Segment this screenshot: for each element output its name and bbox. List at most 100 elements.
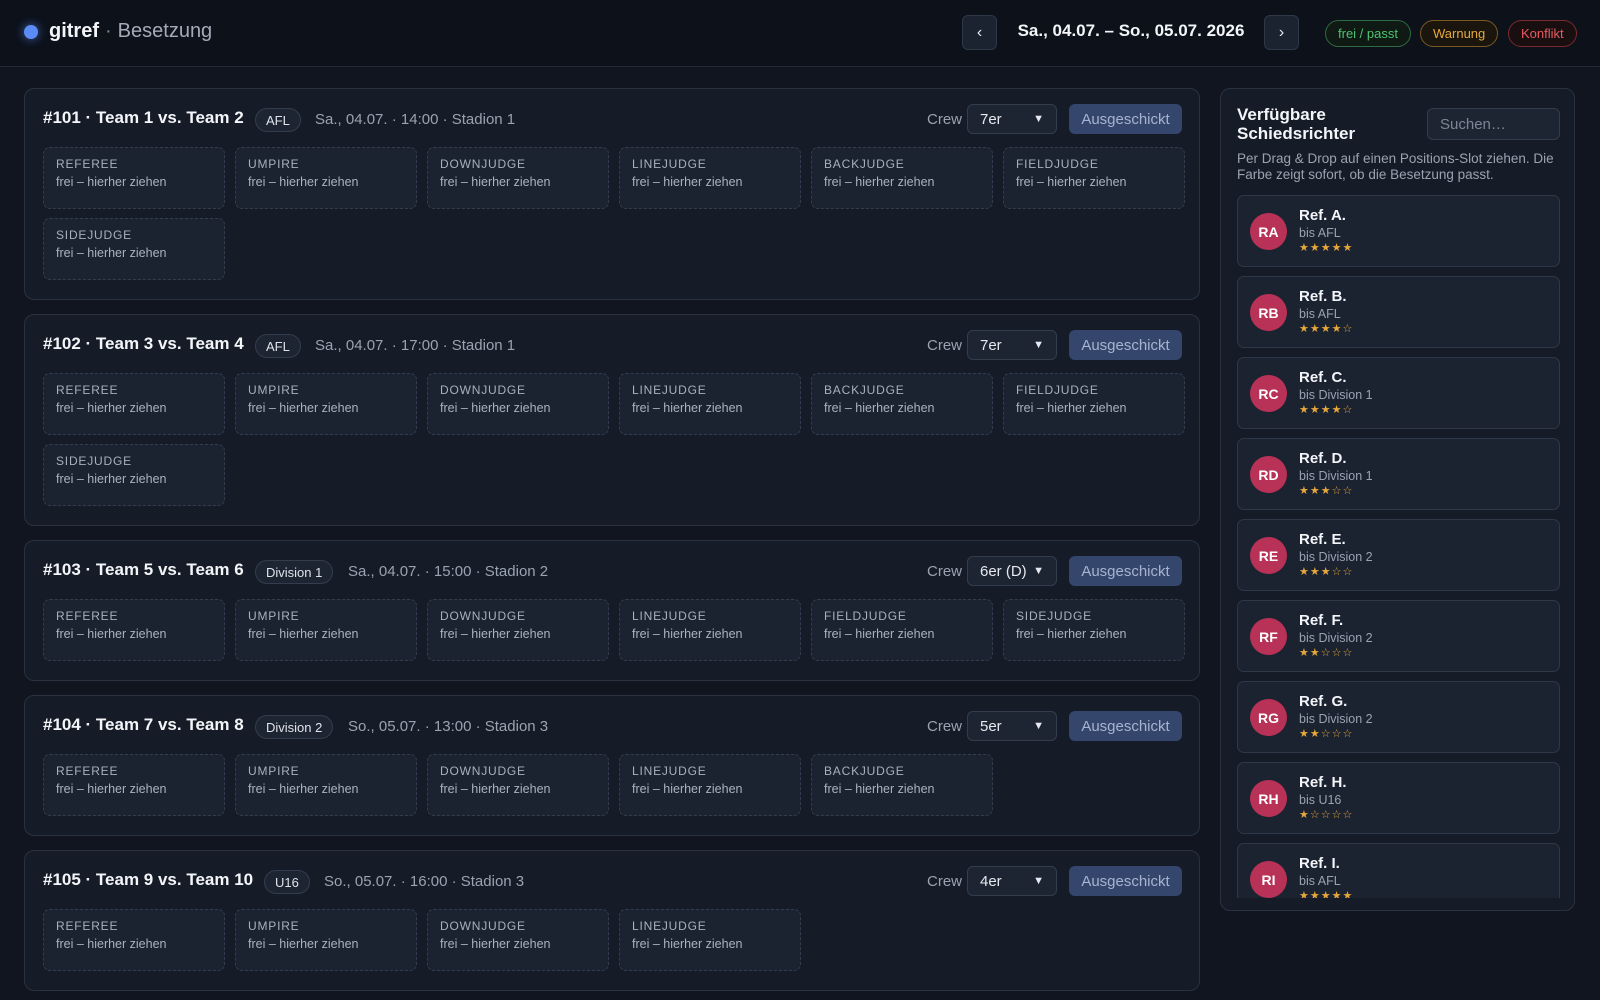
position-slot[interactable]: FIELDJUDGE frei – hierher ziehen [1003, 147, 1185, 209]
referee-card[interactable]: RH Ref. H. bis U16 ★☆☆☆☆ [1237, 762, 1560, 834]
crew-size-select[interactable]: 4er ▼ [967, 866, 1057, 896]
position-slot[interactable]: REFEREE frei – hierher ziehen [43, 599, 225, 661]
position-slot[interactable]: UMPIRE frei – hierher ziehen [235, 599, 417, 661]
sent-button[interactable]: Ausgeschickt [1069, 711, 1182, 741]
slot-role-label: DOWNJUDGE [440, 919, 526, 933]
slot-role-label: BACKJUDGE [824, 383, 905, 397]
referee-level: bis Division 1 [1299, 388, 1373, 402]
game-meta: Sa., 04.07. · 15:00 · Stadion 2 [348, 563, 549, 580]
sent-button[interactable]: Ausgeschickt [1069, 556, 1182, 586]
game-meta: Sa., 04.07. · 14:00 · Stadion 1 [315, 111, 516, 128]
position-slot[interactable]: LINEJUDGE frei – hierher ziehen [619, 909, 801, 971]
sent-button[interactable]: Ausgeschickt [1069, 330, 1182, 360]
position-slot[interactable]: UMPIRE frei – hierher ziehen [235, 373, 417, 435]
position-slot[interactable]: BACKJUDGE frei – hierher ziehen [811, 754, 993, 816]
referee-card[interactable]: RF Ref. F. bis Division 2 ★★☆☆☆ [1237, 600, 1560, 672]
slot-role-label: REFEREE [56, 609, 119, 623]
referee-name: Ref. C. [1299, 369, 1347, 386]
slot-hint: frei – hierher ziehen [1016, 175, 1127, 189]
game-meta: So., 05.07. · 16:00 · Stadion 3 [324, 873, 525, 890]
slot-role-label: BACKJUDGE [824, 157, 905, 171]
position-slot[interactable]: REFEREE frei – hierher ziehen [43, 754, 225, 816]
chevron-down-icon: ▼ [1033, 339, 1044, 351]
slot-hint: frei – hierher ziehen [1016, 401, 1127, 415]
position-slot[interactable]: REFEREE frei – hierher ziehen [43, 373, 225, 435]
referee-level: bis AFL [1299, 307, 1341, 321]
referee-name: Ref. D. [1299, 450, 1347, 467]
legend-conflict-badge: Konflikt [1508, 20, 1577, 47]
slot-role-label: REFEREE [56, 919, 119, 933]
slot-role-label: LINEJUDGE [632, 609, 707, 623]
referee-card[interactable]: RC Ref. C. bis Division 1 ★★★★☆ [1237, 357, 1560, 429]
app-header: gitref · Besetzung ‹ Sa., 04.07. – So., … [0, 0, 1600, 67]
avatar: RC [1250, 375, 1287, 412]
position-slot[interactable]: UMPIRE frei – hierher ziehen [235, 147, 417, 209]
position-slot[interactable]: SIDEJUDGE frei – hierher ziehen [43, 444, 225, 506]
slot-role-label: REFEREE [56, 764, 119, 778]
position-slot[interactable]: DOWNJUDGE frei – hierher ziehen [427, 147, 609, 209]
next-weekend-button[interactable]: › [1264, 15, 1299, 50]
date-range: Sa., 04.07. – So., 05.07. 2026 [1017, 21, 1245, 40]
game-title: #103 · Team 5 vs. Team 6 [43, 560, 244, 579]
sent-button[interactable]: Ausgeschickt [1069, 866, 1182, 896]
sent-button[interactable]: Ausgeschickt [1069, 104, 1182, 134]
referee-search-input[interactable] [1427, 108, 1560, 140]
slot-hint: frei – hierher ziehen [248, 627, 359, 641]
crew-size-select[interactable]: 7er ▼ [967, 104, 1057, 134]
referee-card[interactable]: RB Ref. B. bis AFL ★★★★☆ [1237, 276, 1560, 348]
slot-hint: frei – hierher ziehen [440, 782, 551, 796]
referee-list[interactable]: RA Ref. A. bis AFL ★★★★★ RB Ref. B. bis AFL ★★★… [1237, 195, 1560, 898]
position-slot[interactable]: BACKJUDGE frei – hierher ziehen [811, 373, 993, 435]
slot-hint: frei – hierher ziehen [1016, 627, 1127, 641]
slot-role-label: SIDEJUDGE [1016, 609, 1092, 623]
position-slot[interactable]: LINEJUDGE frei – hierher ziehen [619, 147, 801, 209]
star-rating-icon: ★☆☆☆☆ [1299, 809, 1354, 821]
crew-size-select[interactable]: 6er (D) ▼ [967, 556, 1057, 586]
referee-card[interactable]: RA Ref. A. bis AFL ★★★★★ [1237, 195, 1560, 267]
crew-label: Crew [927, 873, 963, 890]
position-slot[interactable]: REFEREE frei – hierher ziehen [43, 909, 225, 971]
referee-level: bis Division 2 [1299, 550, 1373, 564]
referee-level: bis AFL [1299, 226, 1341, 240]
star-rating-icon: ★★★☆☆ [1299, 566, 1354, 578]
game-card: #105 · Team 9 vs. Team 10 U16 So., 05.07. … [24, 850, 1200, 991]
crew-size-select[interactable]: 5er ▼ [967, 711, 1057, 741]
sidebar-title: Verfügbare Schiedsrichter [1237, 105, 1356, 143]
game-card: #104 · Team 7 vs. Team 8 Division 2 So., 0… [24, 695, 1200, 836]
position-slot[interactable]: REFEREE frei – hierher ziehen [43, 147, 225, 209]
position-slot[interactable]: FIELDJUDGE frei – hierher ziehen [811, 599, 993, 661]
referee-card[interactable]: RG Ref. G. bis Division 2 ★★☆☆☆ [1237, 681, 1560, 753]
slot-hint: frei – hierher ziehen [56, 175, 167, 189]
slot-hint: frei – hierher ziehen [248, 175, 359, 189]
position-slot[interactable]: LINEJUDGE frei – hierher ziehen [619, 754, 801, 816]
slot-hint: frei – hierher ziehen [632, 937, 743, 951]
position-slot[interactable]: DOWNJUDGE frei – hierher ziehen [427, 909, 609, 971]
referee-card[interactable]: RI Ref. I. bis AFL ★★★★★ [1237, 843, 1560, 898]
slot-hint: frei – hierher ziehen [56, 472, 167, 486]
position-slot[interactable]: LINEJUDGE frei – hierher ziehen [619, 599, 801, 661]
position-slot[interactable]: SIDEJUDGE frei – hierher ziehen [43, 218, 225, 280]
crew-label: Crew [927, 563, 963, 580]
chevron-down-icon: ▼ [1033, 565, 1044, 577]
referee-name: Ref. H. [1299, 774, 1347, 791]
position-slot[interactable]: LINEJUDGE frei – hierher ziehen [619, 373, 801, 435]
slot-role-label: DOWNJUDGE [440, 609, 526, 623]
position-slot[interactable]: BACKJUDGE frei – hierher ziehen [811, 147, 993, 209]
referee-card[interactable]: RE Ref. E. bis Division 2 ★★★☆☆ [1237, 519, 1560, 591]
slot-hint: frei – hierher ziehen [632, 627, 743, 641]
referee-card[interactable]: RD Ref. D. bis Division 1 ★★★☆☆ [1237, 438, 1560, 510]
previous-weekend-button[interactable]: ‹ [962, 15, 997, 50]
position-slot[interactable]: DOWNJUDGE frei – hierher ziehen [427, 373, 609, 435]
slot-role-label: LINEJUDGE [632, 383, 707, 397]
position-slot[interactable]: UMPIRE frei – hierher ziehen [235, 909, 417, 971]
position-slot[interactable]: UMPIRE frei – hierher ziehen [235, 754, 417, 816]
referee-level: bis Division 2 [1299, 631, 1373, 645]
avatar: RI [1250, 861, 1287, 898]
slot-hint: frei – hierher ziehen [632, 401, 743, 415]
position-slot[interactable]: SIDEJUDGE frei – hierher ziehen [1003, 599, 1185, 661]
referee-level: bis Division 2 [1299, 712, 1373, 726]
crew-size-select[interactable]: 7er ▼ [967, 330, 1057, 360]
position-slot[interactable]: FIELDJUDGE frei – hierher ziehen [1003, 373, 1185, 435]
position-slot[interactable]: DOWNJUDGE frei – hierher ziehen [427, 599, 609, 661]
position-slot[interactable]: DOWNJUDGE frei – hierher ziehen [427, 754, 609, 816]
